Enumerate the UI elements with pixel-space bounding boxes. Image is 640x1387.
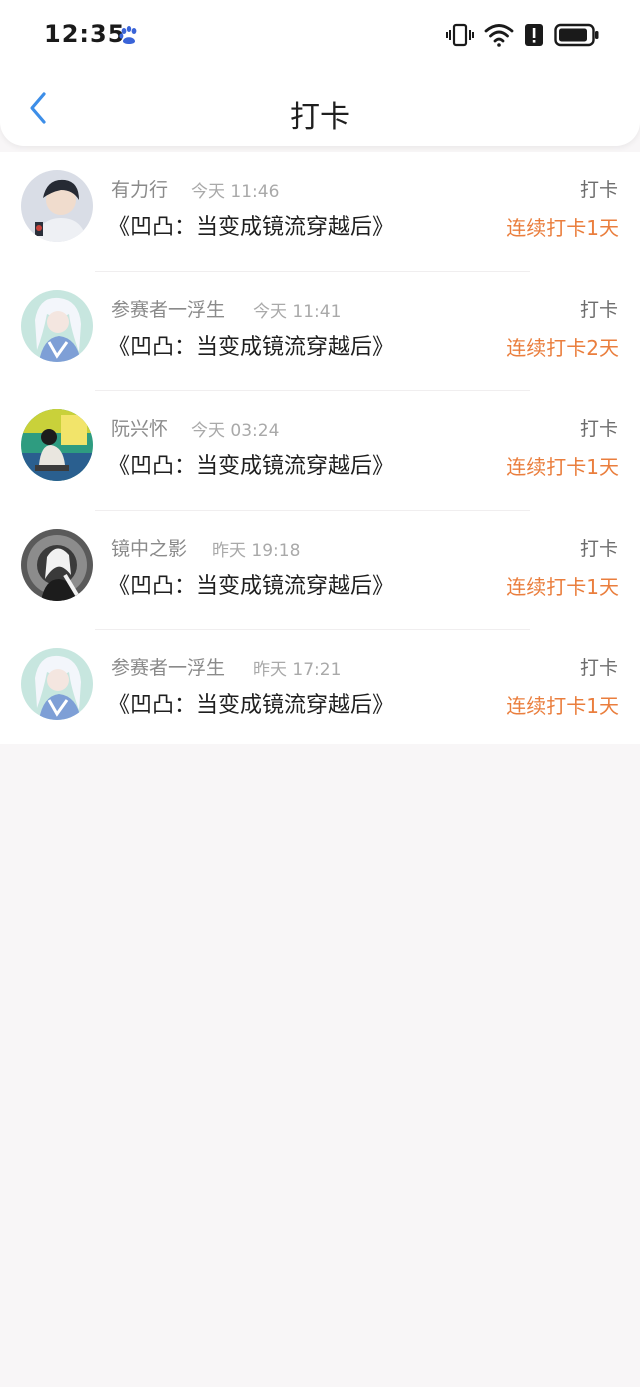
action-label: 打卡	[579, 537, 618, 560]
user-name[interactable]: 参赛者一浮生	[111, 295, 225, 322]
checkin-item[interactable]: 镜中之影 昨天 19:18 《凹凸：当变成镜流穿越后》 打卡 连续打卡1天	[0, 511, 640, 631]
checkin-time: 今天 11:41	[253, 301, 342, 322]
checkin-time: 今天 11:46	[191, 182, 280, 202]
checkin-item[interactable]: 参赛者一浮生 今天 11:41 《凹凸：当变成镜流穿越后》 打卡 连续打卡2天	[0, 272, 640, 392]
header: 12:35 打卡	[0, 0, 640, 146]
checkin-list: 有力行 今天 11:46 《凹凸：当变成镜流穿越后》 打卡 连续打卡1天 参赛者…	[0, 152, 640, 744]
user-avatar[interactable]	[21, 528, 93, 601]
checkin-time: 昨天 19:18	[212, 540, 301, 561]
checkin-item[interactable]: 参赛者一浮生 昨天 17:21 《凹凸：当变成镜流穿越后》 打卡 连续打卡1天	[0, 630, 640, 750]
user-avatar[interactable]	[21, 289, 93, 362]
status-bar: 12:35	[0, 0, 640, 70]
book-title[interactable]: 《凹凸：当变成镜流穿越后》	[108, 209, 394, 241]
action-label: 打卡	[579, 657, 618, 680]
user-avatar[interactable]	[21, 648, 93, 721]
user-name[interactable]: 有力行	[111, 175, 168, 202]
page-title: 打卡	[290, 100, 350, 135]
baidu-paw-icon	[118, 25, 140, 47]
book-title[interactable]: 《凹凸：当变成镜流穿越后》	[108, 568, 394, 600]
streak-label: 连续打卡1天	[506, 574, 619, 599]
user-avatar[interactable]	[21, 170, 93, 242]
battery-icon	[554, 22, 600, 48]
alert-icon	[524, 22, 544, 48]
streak-label: 连续打卡1天	[506, 216, 619, 240]
streak-label: 连续打卡1天	[506, 694, 619, 719]
status-time: 12:35	[44, 20, 126, 48]
checkin-time: 今天 03:24	[191, 421, 280, 442]
system-icons	[446, 21, 600, 49]
user-avatar[interactable]	[21, 409, 93, 482]
checkin-item[interactable]: 阮兴怀 今天 03:24 《凹凸：当变成镜流穿越后》 打卡 连续打卡1天	[0, 391, 640, 511]
action-label: 打卡	[579, 179, 618, 201]
action-label: 打卡	[579, 418, 618, 441]
action-label: 打卡	[579, 298, 618, 321]
streak-label: 连续打卡2天	[506, 335, 619, 360]
wifi-icon	[484, 22, 514, 48]
user-name[interactable]: 参赛者一浮生	[111, 653, 225, 680]
user-name[interactable]: 阮兴怀	[111, 414, 168, 441]
checkin-time: 昨天 17:21	[253, 660, 342, 681]
book-title[interactable]: 《凹凸：当变成镜流穿越后》	[108, 329, 394, 361]
vibrate-icon	[446, 22, 474, 48]
streak-label: 连续打卡1天	[506, 455, 619, 480]
user-name[interactable]: 镜中之影	[111, 534, 187, 561]
book-title[interactable]: 《凹凸：当变成镜流穿越后》	[108, 687, 394, 719]
nav-bar: 打卡	[0, 76, 640, 146]
book-title[interactable]: 《凹凸：当变成镜流穿越后》	[108, 448, 394, 480]
checkin-item[interactable]: 有力行 今天 11:46 《凹凸：当变成镜流穿越后》 打卡 连续打卡1天	[0, 152, 640, 272]
